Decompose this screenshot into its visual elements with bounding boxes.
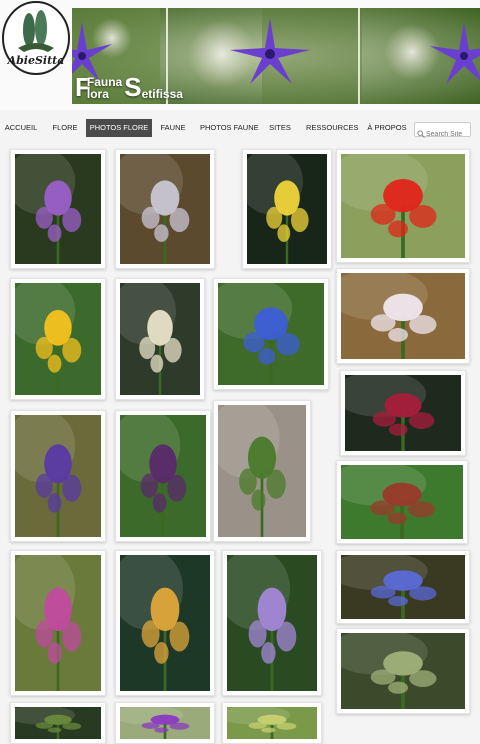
photo-image [227, 707, 317, 739]
photo-image [341, 273, 465, 359]
gallery-photo-blue-pimpernel[interactable] [213, 278, 329, 390]
photo-image [341, 555, 465, 619]
nav-item-a-propos[interactable]: À PROPOS [366, 119, 408, 137]
gallery-photo-lilac-flowers[interactable] [222, 550, 322, 696]
nav-item-sites[interactable]: SITES [266, 119, 294, 137]
photo-image [247, 154, 327, 264]
gallery-photo-yellow-narcissus[interactable] [242, 149, 332, 269]
gallery-photo-yellow-daisy[interactable] [10, 278, 106, 400]
gallery-photo-pale-bells[interactable] [115, 278, 205, 400]
photo-image [15, 707, 101, 739]
gallery-photo-dark-red-berries[interactable] [340, 370, 466, 456]
site-title[interactable]: F Fauna lora Setifissa [75, 74, 183, 100]
photo-image [15, 283, 101, 395]
gallery-photo-cedar-cone[interactable] [336, 628, 470, 714]
gallery-photo-row5-left[interactable] [10, 702, 106, 744]
title-initial-s: S [124, 72, 142, 102]
photo-image [15, 415, 101, 537]
photo-image [120, 283, 200, 395]
nav-item-accueil[interactable]: ACCUEIL [4, 119, 38, 137]
gallery-photo-white-papery[interactable] [336, 268, 470, 364]
photo-image [341, 633, 465, 709]
nav-item-faune[interactable]: FAUNE [158, 119, 188, 137]
gallery-photo-row5-mid[interactable] [115, 702, 215, 744]
photo-image [227, 555, 317, 691]
nav-item-flore[interactable]: FLORE [51, 119, 79, 137]
gallery-photo-red-poppy[interactable] [336, 149, 470, 263]
photo-image [345, 375, 461, 451]
gallery-photo-white-bud[interactable] [115, 149, 215, 269]
gallery-photo-purple-sage[interactable] [10, 410, 106, 542]
photo-image [15, 555, 101, 691]
photo-image [341, 154, 465, 258]
nav-item-photos-flore[interactable]: PHOTOS FLORE [86, 119, 152, 137]
gallery-photo-ophrys-orchid[interactable] [10, 149, 106, 269]
photo-image [120, 154, 210, 264]
gallery-photo-pink-orchid[interactable] [10, 550, 106, 696]
photo-image [218, 283, 324, 385]
photo-image [341, 465, 463, 539]
gallery-photo-orchid-in-leaves[interactable] [213, 400, 311, 542]
gallery-photo-green-leaves-pod[interactable] [336, 460, 468, 544]
title-setifissa: etifissa [141, 87, 183, 101]
logo-text: AbieSitta [7, 54, 65, 67]
gallery-photo-row5-right[interactable] [222, 702, 322, 744]
photo-image [15, 154, 101, 264]
main-nav: ACCUEIL FLORE PHOTOS FLORE FAUNE PHOTOS … [0, 119, 480, 137]
gallery-photo-purple-spikes[interactable] [115, 410, 211, 542]
photo-image [120, 555, 210, 691]
search-box[interactable] [414, 122, 471, 140]
gallery-photo-blue-globes[interactable] [336, 550, 470, 624]
site-header: AbieSitta FFauna lora Setifissa [0, 0, 480, 110]
photo-gallery [0, 140, 480, 744]
site-logo[interactable]: AbieSitta [2, 0, 72, 78]
title-flora: lora [86, 87, 109, 101]
nav-item-ressources[interactable]: RESSOURCES [306, 119, 359, 137]
photo-image [120, 415, 206, 537]
nav-item-photos-faune[interactable]: PHOTOS FAUNE [200, 119, 259, 137]
photo-image [218, 405, 306, 537]
photo-image [120, 707, 210, 739]
gallery-photo-yellow-orchid-stalk[interactable] [115, 550, 215, 696]
